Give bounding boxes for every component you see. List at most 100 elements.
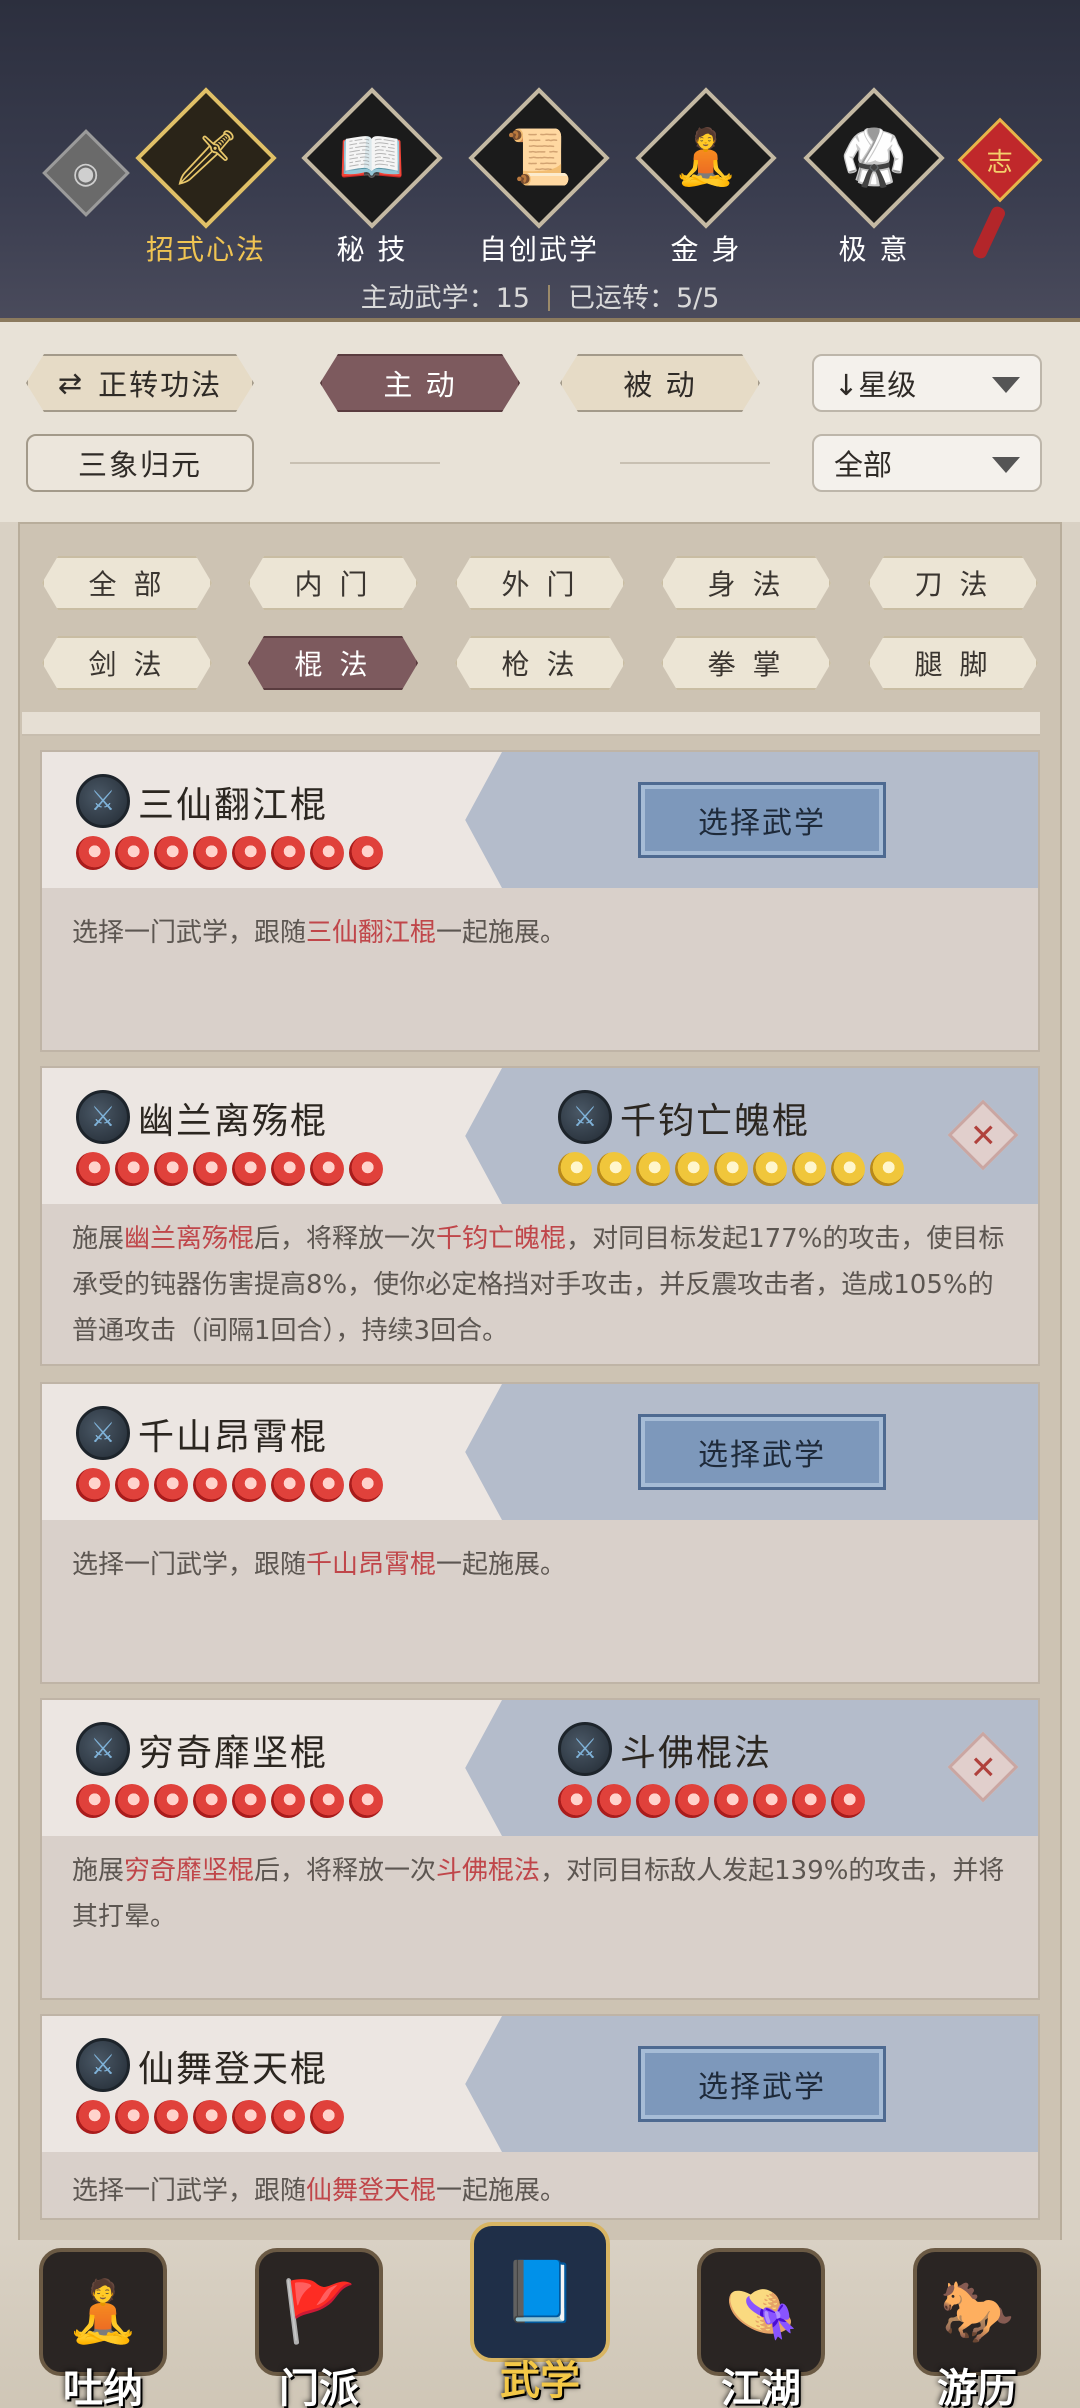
desc-highlight: 幽兰离殇棍	[124, 1224, 255, 1254]
filter-shenfa[interactable]: 身 法	[661, 556, 831, 610]
star-icon	[271, 1152, 305, 1186]
sort-dropdown-value: ↓星级	[834, 368, 917, 402]
tab-passive-label: 被 动	[623, 368, 697, 402]
nav-wuxue[interactable]: 📘 武学	[465, 2222, 615, 2404]
desc-highlight: 千钧亡魄棍	[436, 1224, 567, 1254]
star-icon	[675, 1152, 709, 1186]
skill-description: 施展穷奇靡坚棍后，将释放一次斗佛棍法，对同目标敌人发起139%的攻击，并将其打晕…	[72, 1848, 1008, 1940]
tab-zhaoshi-xinfa[interactable]: 🗡 招式心法	[122, 87, 290, 268]
view-toggle-button[interactable]: ◉	[42, 129, 130, 217]
star-rating	[76, 2100, 344, 2134]
martial-stance-icon: 🥋	[840, 126, 908, 189]
star-icon	[154, 836, 188, 870]
desc-text: 选择一门武学，跟随	[72, 918, 307, 948]
remove-pair-button[interactable]: ✕	[947, 1099, 1019, 1171]
paired-star-rating	[558, 1152, 904, 1186]
filter-label: 剑 法	[88, 648, 166, 681]
skill-description: 施展幽兰离殇棍后，将释放一次千钧亡魄棍，对同目标发起177%的攻击，使目标承受的…	[72, 1216, 1008, 1354]
skill-name: 穷奇靡坚棍	[138, 1733, 329, 1774]
star-icon	[349, 1784, 383, 1818]
select-skill-button[interactable]: 选择武学	[638, 1414, 886, 1490]
filter-label: 拳 掌	[707, 648, 785, 681]
tab-passive-skills[interactable]: 被 动	[560, 354, 760, 412]
tab-miji[interactable]: 📖 秘 技	[288, 87, 456, 268]
nav-menpai[interactable]: 🚩 门派	[244, 2248, 394, 2408]
staff-icon: ⚔	[76, 774, 130, 828]
sort-dropdown[interactable]: ↓星级	[812, 354, 1042, 412]
sword-icon: 🗡	[171, 126, 241, 189]
filter-gunfa[interactable]: 棍 法	[248, 636, 418, 690]
filter-neimen[interactable]: 内 门	[248, 556, 418, 610]
star-icon	[271, 836, 305, 870]
knot-ornament-button[interactable]: 志	[957, 90, 1043, 261]
tab-active-skills[interactable]: 主 动	[320, 354, 520, 412]
tab-jiyi[interactable]: 🥋 极 意	[790, 87, 958, 268]
select-skill-label: 选择武学	[698, 806, 826, 841]
star-icon	[558, 1152, 592, 1186]
chevron-down-icon	[992, 457, 1020, 473]
divider	[547, 285, 550, 311]
filter-label: 棍 法	[294, 648, 372, 681]
staff-icon: ⚔	[558, 1722, 612, 1776]
skill-card: ⚔ 穷奇靡坚棍 ⚔ 斗佛棍法 ✕ 施展穷奇靡坚棍后，将释放一次斗佛棍法，对同目标…	[40, 1698, 1040, 2000]
skill-card: ⚔ 仙舞登天棍 选择武学 选择一门武学，跟随仙舞登天棍一起施展。	[40, 2014, 1040, 2220]
filter-jianfa[interactable]: 剑 法	[42, 636, 212, 690]
filter-waimen[interactable]: 外 门	[455, 556, 625, 610]
category-dropdown[interactable]: 全部	[812, 434, 1042, 492]
filter-quanzhang[interactable]: 拳 掌	[661, 636, 831, 690]
manual-icon: 📘	[502, 2257, 578, 2327]
book-icon: 📖	[338, 126, 406, 189]
nav-label: 江湖	[721, 2366, 801, 2408]
star-icon	[597, 1152, 631, 1186]
filter-label: 腿 脚	[914, 648, 992, 681]
star-icon	[115, 1468, 149, 1502]
filter-all[interactable]: 全 部	[42, 556, 212, 610]
sect-banner-icon: 🚩	[281, 2277, 357, 2347]
desc-text: 后，将释放一次	[254, 1856, 437, 1886]
sanxiang-guiyuan-button[interactable]: 三象归元	[26, 434, 254, 492]
remove-pair-button[interactable]: ✕	[947, 1731, 1019, 1803]
skill-name: 仙舞登天棍	[138, 2049, 329, 2090]
paired-skill-name[interactable]: 千钧亡魄棍	[620, 1092, 810, 1144]
tab-active-label: 主 动	[383, 368, 457, 402]
desc-text: 后，将释放一次	[254, 1224, 437, 1254]
star-icon	[714, 1152, 748, 1186]
close-icon: ✕	[969, 1116, 997, 1154]
select-skill-button[interactable]: 选择武学	[638, 782, 886, 858]
star-icon	[792, 1784, 826, 1818]
zhi-character-icon: 志	[986, 147, 1014, 178]
star-icon	[154, 2100, 188, 2134]
nav-youli[interactable]: 🐎 游历	[902, 2248, 1052, 2408]
filter-daofa[interactable]: 刀 法	[868, 556, 1038, 610]
filter-label: 枪 法	[501, 648, 579, 681]
select-skill-label: 选择武学	[698, 1438, 826, 1473]
sanxiang-label: 三象归元	[77, 448, 202, 482]
tab-zichuang-wuxue[interactable]: 📜 自创武学	[455, 87, 623, 268]
filter-qiangfa[interactable]: 枪 法	[455, 636, 625, 690]
star-icon	[76, 1784, 110, 1818]
star-icon	[271, 1468, 305, 1502]
star-icon	[76, 1468, 110, 1502]
tab-jinshen[interactable]: 🧘 金 身	[622, 87, 790, 268]
top-header: ◉ 🗡 招式心法 📖 秘 技 📜 自创武学 🧘 金 身 🥋 极 意 志 主动武学…	[0, 0, 1080, 322]
monk-icon: 🧘	[65, 2277, 141, 2347]
tab-label: 金 身	[670, 233, 742, 266]
star-icon	[310, 1152, 344, 1186]
star-icon	[193, 1152, 227, 1186]
star-icon	[310, 836, 344, 870]
select-skill-button[interactable]: 选择武学	[638, 2046, 886, 2122]
desc-text: 施展	[72, 1856, 125, 1886]
star-icon	[831, 1152, 865, 1186]
star-icon	[76, 2100, 110, 2134]
switch-skill-button[interactable]: ⇄ 正转功法	[26, 354, 254, 412]
filter-tuijiao[interactable]: 腿 脚	[868, 636, 1038, 690]
nav-jianghu[interactable]: 👒 江湖	[686, 2248, 836, 2408]
star-icon	[154, 1468, 188, 1502]
tab-label: 秘 技	[336, 233, 408, 266]
paired-skill-name[interactable]: 斗佛棍法	[620, 1724, 772, 1776]
desc-highlight: 千山昂霄棍	[306, 1550, 437, 1580]
nav-tuna[interactable]: 🧘 吐纳	[28, 2248, 178, 2408]
skill-card-header: ⚔ 穷奇靡坚棍 ⚔ 斗佛棍法 ✕	[42, 1700, 1038, 1836]
decorative-line	[620, 462, 770, 464]
desc-highlight: 三仙翻江棍	[306, 918, 437, 948]
